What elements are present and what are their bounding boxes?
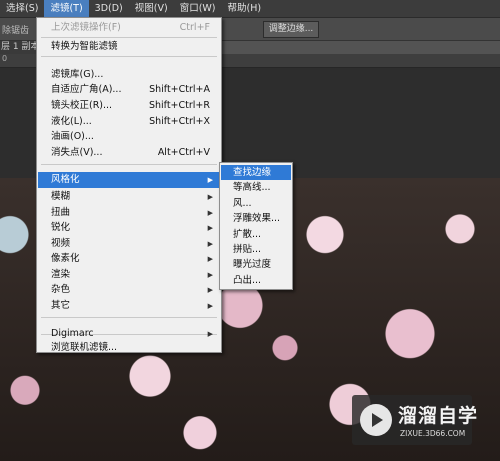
filter-menu-item[interactable]: 扭曲 ▶: [38, 205, 220, 221]
submenu-arrow-icon: ▶: [207, 193, 213, 201]
stylize-menu-item[interactable]: 扩散...: [221, 227, 291, 242]
menubar-item[interactable]: 3D(D): [89, 0, 129, 17]
menu-item-label: 浮雕效果...: [233, 213, 281, 225]
stylize-menu-item[interactable]: 浮雕效果...: [221, 211, 291, 226]
filter-menu-item[interactable]: 渲染 ▶: [38, 267, 220, 283]
menu-item-label: 扭曲: [51, 207, 71, 218]
menu-item-label: 扩散...: [233, 228, 262, 240]
menu-item-shortcut: Shift+Ctrl+X: [149, 116, 210, 127]
submenu-arrow-icon: ▶: [207, 286, 213, 294]
submenu-arrow-icon: ▶: [207, 240, 213, 248]
menu-item-label: 滤镜库(G)...: [51, 69, 104, 80]
submenu-arrow-icon: ▶: [207, 271, 213, 279]
menubar-item[interactable]: 滤镜(T): [44, 0, 89, 17]
filter-menu-item[interactable]: 滤镜库(G)...: [38, 67, 220, 83]
menubar: 选择(S) 滤镜(T) 3D(D) 视图(V) 窗口(W) 帮助(H): [0, 0, 500, 18]
menubar-item[interactable]: 视图(V): [129, 0, 174, 17]
menu-item-shortcut: Shift+Ctrl+R: [148, 100, 210, 111]
filter-menu-item: 上次滤镜操作(F) Ctrl+F: [38, 20, 220, 36]
filter-menu-item[interactable]: 液化(L)... Shift+Ctrl+X: [38, 114, 220, 130]
stylize-menu-item[interactable]: 凸出...: [221, 273, 291, 288]
refine-edge-button[interactable]: 调整边缘...: [263, 21, 319, 38]
filter-menu-item[interactable]: 消失点(V)... Alt+Ctrl+V: [38, 145, 220, 161]
menubar-item[interactable]: 帮助(H): [222, 0, 268, 17]
menu-item-label: 液化(L)...: [51, 116, 92, 127]
ruler-tick: 0: [2, 54, 8, 63]
menu-item-label: 浏览联机滤镜...: [51, 342, 118, 353]
play-logo-icon: [360, 404, 392, 436]
menu-item-label: 消失点(V)...: [51, 147, 103, 158]
filter-menu-item[interactable]: 油画(O)...: [38, 129, 220, 145]
menu-item-label: 镜头校正(R)...: [51, 100, 113, 111]
stylize-menu-item[interactable]: 等高线...: [221, 180, 291, 195]
menu-item-label: 杂色: [51, 284, 71, 295]
menu-item-label: 油画(O)...: [51, 131, 94, 142]
filter-menu-item[interactable]: 自适应广角(A)... Shift+Ctrl+A: [38, 82, 220, 98]
menu-item-label: 查找边缘: [233, 167, 272, 178]
menu-item-label: 锐化: [51, 222, 71, 233]
stylize-menu-item[interactable]: 拼贴...: [221, 242, 291, 257]
filter-menu-item[interactable]: 其它 ▶: [38, 298, 220, 314]
menu-item-label: 拼贴...: [233, 244, 262, 255]
menu-item-label: 风格化: [51, 174, 80, 185]
filter-menu-item[interactable]: 模糊 ▶: [38, 189, 220, 205]
stylize-menu-item[interactable]: 风...: [221, 196, 291, 211]
submenu-arrow-icon: ▶: [207, 224, 213, 232]
watermark-name: 溜溜自学: [398, 405, 479, 427]
filter-menu-item[interactable]: 锐化 ▶: [38, 220, 220, 236]
menu-item-label: 等高线...: [233, 182, 271, 194]
watermark: 溜溜自学 ZIXUE.3D66.COM: [352, 395, 477, 445]
filter-menu-item[interactable]: 视频 ▶: [38, 236, 220, 252]
stylize-submenu: 查找边缘等高线... 风... 浮雕效果... 扩散... 拼贴... 曝光过度凸出...: [219, 162, 293, 290]
menu-item-label: 曝光过度: [233, 259, 272, 271]
document-tab[interactable]: 层 1 副本: [0, 41, 41, 54]
stylize-menu-item[interactable]: 查找边缘: [221, 165, 291, 180]
menubar-item[interactable]: 选择(S): [0, 0, 44, 17]
anti-alias-label: 除锯齿: [2, 26, 30, 36]
filter-menu-item[interactable]: 浏览联机滤镜...: [38, 340, 220, 356]
submenu-arrow-icon: ▶: [207, 176, 213, 184]
menu-item-label: 视频: [51, 238, 71, 249]
submenu-arrow-icon: ▶: [207, 255, 213, 263]
submenu-arrow-icon: ▶: [207, 302, 213, 310]
menu-separator: [41, 317, 217, 318]
menu-item-label: 上次滤镜操作(F): [51, 22, 121, 33]
menu-item-label: 转换为智能滤镜: [51, 41, 118, 52]
menu-item-label: 凸出...: [233, 274, 262, 286]
menu-separator: [41, 37, 217, 38]
menu-separator: [41, 56, 217, 57]
menu-item-shortcut: Alt+Ctrl+V: [157, 147, 210, 158]
watermark-url: ZIXUE.3D66.COM: [400, 429, 466, 438]
filter-menu-item[interactable]: 风格化 ▶: [38, 172, 220, 188]
menu-separator: [41, 164, 217, 165]
menu-item-shortcut: Shift+Ctrl+A: [149, 84, 210, 95]
menu-item-label: 像素化: [51, 253, 80, 264]
submenu-arrow-icon: ▶: [207, 209, 213, 217]
menu-item-label: 模糊: [51, 191, 71, 202]
menu-item-label: 风...: [233, 197, 252, 209]
menu-item-label: 其它: [51, 300, 71, 311]
menu-item-label: 渲染: [51, 269, 71, 280]
menu-item-label: 自适应广角(A)...: [51, 84, 122, 95]
stylize-menu-item[interactable]: 曝光过度: [221, 257, 291, 272]
filter-menu-item[interactable]: 转换为智能滤镜: [38, 39, 220, 55]
filter-menu-item[interactable]: 杂色 ▶: [38, 282, 220, 298]
filter-menu: 上次滤镜操作(F) Ctrl+F 转换为智能滤镜 滤镜库(G)... 自适应广角(A).…: [36, 17, 222, 353]
menu-item-shortcut: Ctrl+F: [179, 22, 210, 33]
filter-menu-item[interactable]: 像素化 ▶: [38, 251, 220, 267]
menubar-item[interactable]: 窗口(W): [174, 0, 222, 17]
filter-menu-item[interactable]: 镜头校正(R)... Shift+Ctrl+R: [38, 98, 220, 114]
